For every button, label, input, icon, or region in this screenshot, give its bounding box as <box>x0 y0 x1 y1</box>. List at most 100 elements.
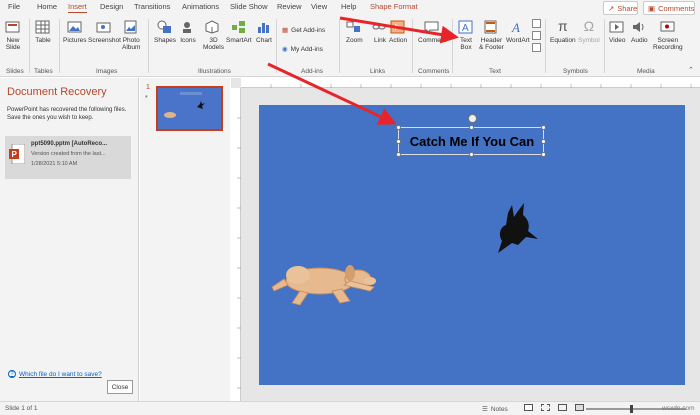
which-file-link-label: Which file do I want to save? <box>19 370 102 378</box>
tab-review[interactable]: Review <box>277 2 302 11</box>
symbol-button[interactable]: Ω Symbol <box>578 19 600 44</box>
resize-handle[interactable] <box>469 125 474 130</box>
screenshot-button[interactable]: Screenshot <box>88 19 121 44</box>
screen-recording-icon <box>660 19 676 35</box>
shapes-icon <box>157 19 173 35</box>
dog-image[interactable] <box>270 257 388 309</box>
collapse-ribbon-icon[interactable]: ⌃ <box>688 66 694 74</box>
tab-transitions[interactable]: Transitions <box>134 2 170 11</box>
group-tables-label: Tables <box>34 68 53 75</box>
equation-label: Equation <box>550 37 576 44</box>
zoom-label: Zoom <box>346 37 363 44</box>
group-links-label: Links <box>370 68 386 75</box>
powerpoint-file-icon: P <box>9 144 25 164</box>
comment-button[interactable]: Comment <box>418 19 446 44</box>
resize-handle[interactable] <box>396 139 401 144</box>
table-button[interactable]: Table <box>35 19 51 44</box>
recovered-file-item[interactable]: P ppt5090.pptm [AutoReco... Version crea… <box>5 136 131 179</box>
tab-slide-show[interactable]: Slide Show <box>230 2 268 11</box>
slide-sorter-view-icon[interactable] <box>541 404 550 411</box>
3d-models-button[interactable]: 3D Models <box>203 19 224 51</box>
smartart-button[interactable]: SmartArt <box>226 19 252 44</box>
resize-handle[interactable] <box>396 125 401 130</box>
group-separator <box>59 19 60 73</box>
zoom-slider-knob[interactable] <box>630 405 633 413</box>
wordart-label: WordArt <box>506 37 530 44</box>
thumbnail-bird-image <box>197 101 205 109</box>
tab-file[interactable]: File <box>8 2 20 11</box>
svg-text:A: A <box>462 23 469 34</box>
video-icon <box>609 19 625 35</box>
notes-icon: ☰ <box>482 406 488 413</box>
pictures-button[interactable]: Pictures <box>63 19 86 44</box>
action-label: Action <box>389 37 408 44</box>
slide-number-icon[interactable] <box>532 31 541 40</box>
chart-button[interactable]: Chart <box>256 19 272 44</box>
comments-button[interactable]: ▣ Comments <box>643 1 695 15</box>
get-addins-button[interactable]: ▦ Get Add-ins <box>282 26 325 35</box>
new-slide-button[interactable]: New Slide <box>5 19 21 51</box>
shapes-label: Shapes <box>154 37 177 44</box>
date-time-icon[interactable] <box>532 19 541 28</box>
rotate-handle[interactable] <box>468 114 477 123</box>
photo-album-button[interactable]: Photo Album <box>122 19 140 51</box>
share-button[interactable]: ↗ Share <box>603 1 638 15</box>
recovery-title: Document Recovery <box>7 86 107 98</box>
bird-image[interactable] <box>492 201 542 255</box>
group-media-label: Media <box>637 68 655 75</box>
slide-counter: Slide 1 of 1 <box>5 405 38 412</box>
group-separator <box>604 19 605 73</box>
equation-button[interactable]: π Equation <box>550 19 576 44</box>
comments-label: Comments <box>658 3 695 13</box>
wordart-button[interactable]: A WordArt <box>506 19 530 44</box>
slide-thumbnail[interactable] <box>156 86 223 131</box>
watermark: wsxdn.com <box>662 405 695 412</box>
zoom-button[interactable]: Zoom <box>346 19 363 44</box>
notes-label: Notes <box>490 405 508 413</box>
audio-button[interactable]: Audio <box>631 19 648 44</box>
reading-view-icon[interactable] <box>558 404 567 411</box>
normal-view-icon[interactable] <box>524 404 533 411</box>
tab-help[interactable]: Help <box>341 2 356 11</box>
tab-design[interactable]: Design <box>100 2 123 11</box>
symbol-label: Symbol <box>578 37 600 44</box>
header-footer-button[interactable]: Header & Footer <box>479 19 504 51</box>
text-box-button[interactable]: A Text Box <box>458 19 474 51</box>
comment-icon <box>424 19 440 35</box>
object-icon[interactable] <box>532 43 541 52</box>
tab-shape-format[interactable]: Shape Format <box>370 2 418 11</box>
link-button[interactable]: Link <box>372 19 388 44</box>
screen-recording-button[interactable]: Screen Recording <box>653 19 683 51</box>
resize-handle[interactable] <box>469 152 474 157</box>
title-text-box[interactable]: Catch Me If You Can <box>396 114 546 157</box>
text-box-icon: A <box>458 19 474 35</box>
action-button[interactable]: Action <box>389 19 407 44</box>
video-button[interactable]: Video <box>609 19 626 44</box>
tab-animations[interactable]: Animations <box>182 2 219 11</box>
horizontal-ruler-ticks <box>270 84 692 88</box>
shapes-button[interactable]: Shapes <box>154 19 176 44</box>
tab-insert[interactable]: Insert <box>68 2 87 13</box>
icons-button[interactable]: Icons <box>180 19 196 44</box>
resize-handle[interactable] <box>541 139 546 144</box>
group-separator <box>412 19 413 73</box>
group-symbols-label: Symbols <box>563 68 588 75</box>
which-file-link[interactable]: ? Which file do I want to save? <box>8 370 102 378</box>
ribbon-tab-bar: File Home Insert Design Transitions Anim… <box>0 0 700 16</box>
recovery-description: PowerPoint has recovered the following f… <box>7 107 127 122</box>
photo-album-label: Photo Album <box>122 37 141 52</box>
share-label: Share <box>617 3 638 13</box>
slide-canvas[interactable]: Catch Me If You Can <box>259 105 685 385</box>
my-addins-button[interactable]: ◉ My Add-ins <box>282 45 323 54</box>
resize-handle[interactable] <box>541 125 546 130</box>
resize-handle[interactable] <box>541 152 546 157</box>
slideshow-view-icon[interactable] <box>575 404 584 411</box>
notes-button[interactable]: ☰ Notes <box>482 405 508 414</box>
view-buttons <box>524 404 584 411</box>
tab-view[interactable]: View <box>311 2 327 11</box>
slide-title-text[interactable]: Catch Me If You Can <box>399 134 545 149</box>
tab-home[interactable]: Home <box>37 2 57 11</box>
resize-handle[interactable] <box>396 152 401 157</box>
close-button[interactable]: Close <box>107 380 133 394</box>
chart-label: Chart <box>256 37 272 44</box>
